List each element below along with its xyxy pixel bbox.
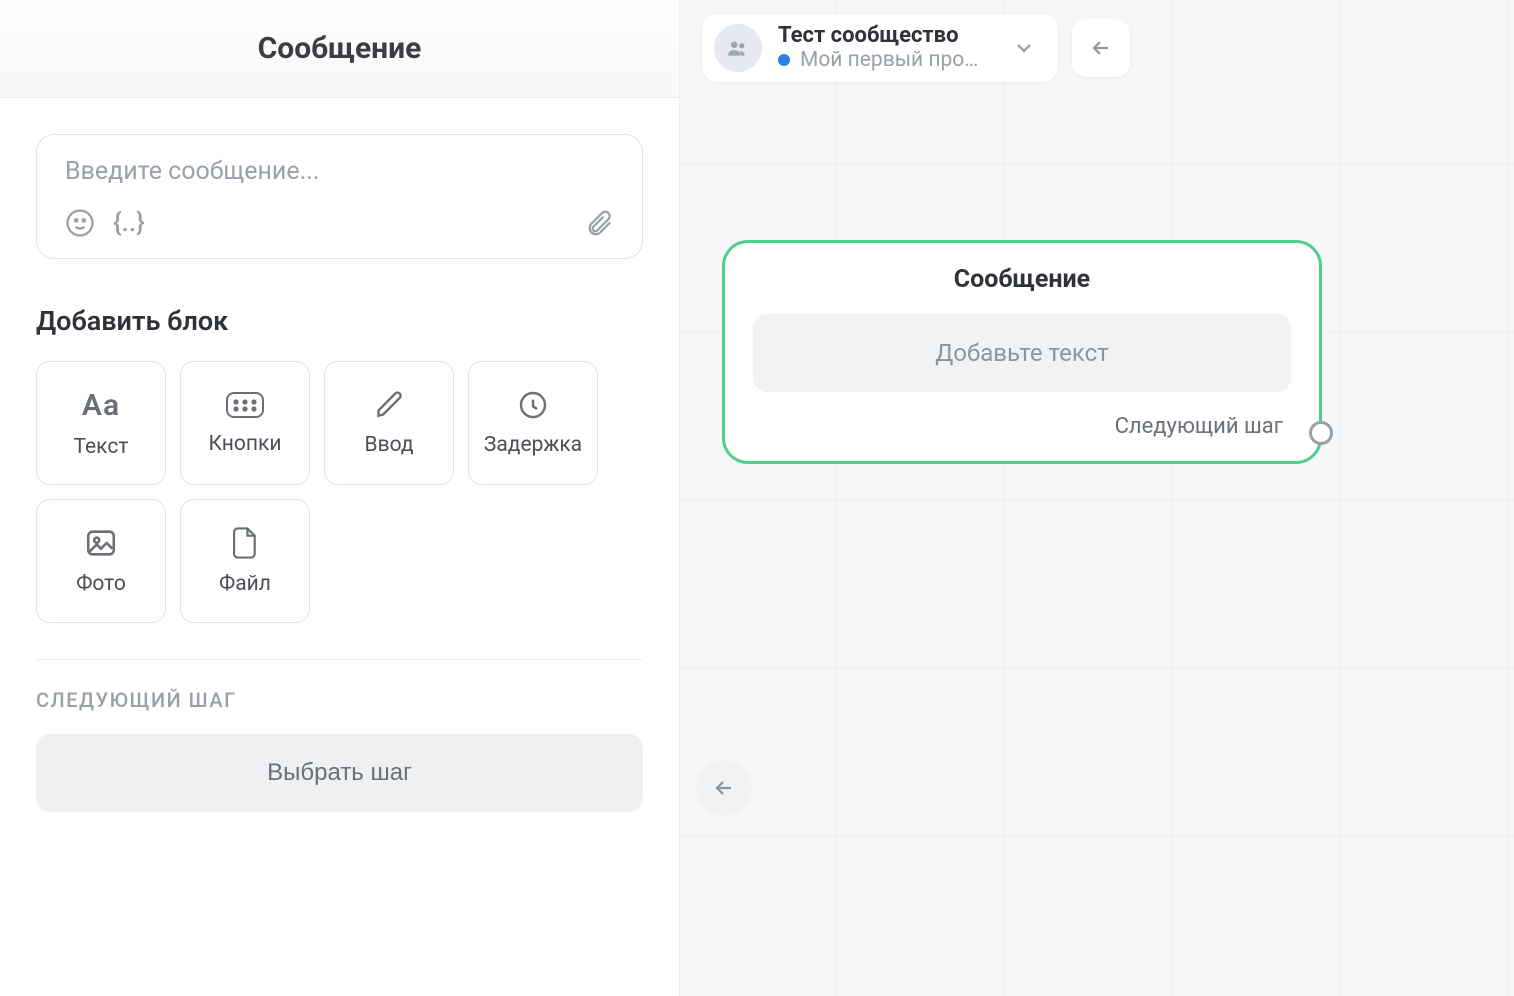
clock-icon bbox=[517, 389, 549, 421]
project-subtitle-row: Мой первый про… bbox=[778, 48, 978, 72]
breadcrumb: Тест сообщество Мой первый про… bbox=[702, 14, 1130, 82]
pencil-icon bbox=[373, 389, 405, 421]
block-label: Фото bbox=[76, 572, 126, 596]
image-icon bbox=[84, 526, 118, 560]
node-title: Сообщение bbox=[753, 265, 1291, 294]
message-input[interactable] bbox=[65, 157, 614, 186]
status-dot-icon bbox=[778, 54, 790, 66]
variable-icon[interactable]: {..} bbox=[113, 208, 145, 238]
node-output-port[interactable] bbox=[1309, 421, 1333, 445]
start-arrow-button[interactable] bbox=[696, 760, 752, 816]
block-label: Текст bbox=[74, 435, 129, 459]
flow-canvas[interactable]: Тест сообщество Мой первый про… Сообщени… bbox=[680, 0, 1514, 996]
block-tile-file[interactable]: Файл bbox=[180, 499, 310, 623]
panel-header: Сообщение bbox=[0, 0, 679, 98]
add-block-heading: Добавить блок bbox=[36, 305, 643, 337]
community-avatar-icon bbox=[714, 24, 762, 72]
project-subtitle: Мой первый про… bbox=[800, 48, 978, 72]
block-label: Задержка bbox=[484, 433, 582, 457]
message-composer: {..} bbox=[36, 134, 643, 259]
message-toolbar: {..} bbox=[65, 208, 614, 238]
emoji-icon[interactable] bbox=[65, 208, 95, 238]
node-next-label: Следующий шаг bbox=[753, 414, 1291, 439]
project-selector[interactable]: Тест сообщество Мой первый про… bbox=[702, 14, 1058, 82]
project-title: Тест сообщество bbox=[778, 24, 978, 48]
message-node[interactable]: Сообщение Добавьте текст Следующий шаг bbox=[722, 240, 1322, 464]
block-label: Ввод bbox=[364, 433, 413, 457]
block-tile-input[interactable]: Ввод bbox=[324, 361, 454, 485]
attachment-icon[interactable] bbox=[584, 208, 614, 238]
next-step-caption: СЛЕДУЮЩИЙ ШАГ bbox=[36, 688, 643, 712]
block-tile-delay[interactable]: Задержка bbox=[468, 361, 598, 485]
editor-panel: Сообщение {..} bbox=[0, 0, 680, 996]
file-icon bbox=[230, 526, 260, 560]
choose-step-button[interactable]: Выбрать шаг bbox=[36, 734, 643, 812]
block-label: Кнопки bbox=[209, 432, 282, 456]
block-grid: Aa Текст Кнопки bbox=[36, 361, 643, 623]
text-icon: Aa bbox=[82, 388, 120, 423]
back-button[interactable] bbox=[1072, 19, 1130, 77]
block-tile-photo[interactable]: Фото bbox=[36, 499, 166, 623]
keyboard-icon bbox=[225, 390, 265, 420]
chevron-down-icon[interactable] bbox=[1012, 36, 1036, 60]
node-text-placeholder[interactable]: Добавьте текст bbox=[753, 314, 1291, 392]
divider bbox=[36, 659, 643, 660]
block-tile-text[interactable]: Aa Текст bbox=[36, 361, 166, 485]
block-label: Файл bbox=[219, 572, 271, 596]
block-tile-buttons[interactable]: Кнопки bbox=[180, 361, 310, 485]
panel-title: Сообщение bbox=[258, 31, 422, 66]
